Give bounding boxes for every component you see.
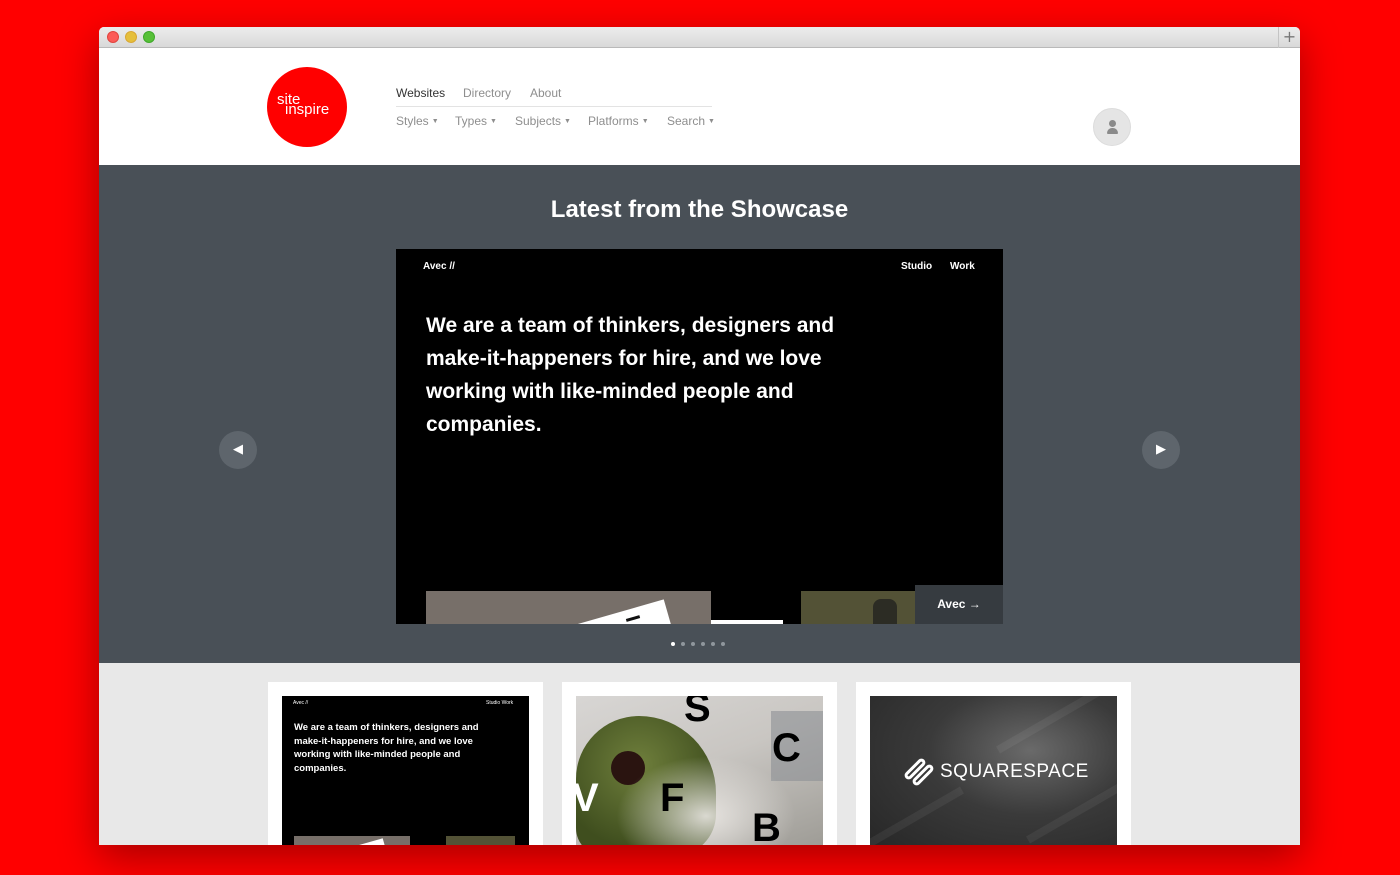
- user-icon-body: [1107, 128, 1118, 134]
- slide-headline: We are a team of thinkers, designers and…: [426, 314, 835, 436]
- showcase-section: Latest from the Showcase ◀ Avec // Studi…: [99, 165, 1300, 663]
- chevron-down-icon: ▼: [431, 118, 439, 125]
- carousel-next-button[interactable]: ▶: [1142, 431, 1180, 469]
- chevron-down-icon: ▼: [641, 118, 649, 125]
- object-image: [873, 599, 897, 624]
- carousel-dot[interactable]: [711, 642, 715, 646]
- squarespace-logo-icon: [902, 756, 936, 789]
- thumb-image: [294, 836, 410, 845]
- close-window-button[interactable]: [107, 31, 119, 43]
- thumb-nav: Studio Work: [486, 700, 514, 706]
- brush-stroke: [996, 696, 1104, 754]
- filter-types[interactable]: Types ▼: [455, 114, 497, 128]
- filter-subjects[interactable]: Subjects ▼: [515, 114, 571, 128]
- chevron-right-icon: ▶: [1156, 442, 1166, 457]
- user-icon: [1109, 120, 1116, 127]
- site-header: site inspire Websites Directory About St…: [99, 48, 1300, 165]
- filter-search[interactable]: Search ▼: [667, 114, 715, 128]
- filter-platforms[interactable]: Platforms ▼: [588, 114, 649, 128]
- slide-site-nav-work: Work: [950, 261, 975, 272]
- site-grid: Avec // Studio Work We are a team of thi…: [99, 663, 1300, 845]
- chevron-down-icon: ▼: [564, 118, 571, 125]
- new-tab-button[interactable]: +: [1278, 27, 1300, 48]
- user-avatar-button[interactable]: [1093, 108, 1131, 146]
- slide-site-nav-studio: Studio: [901, 261, 933, 272]
- zoom-window-button[interactable]: [143, 31, 155, 43]
- carousel-slide[interactable]: Avec // Studio Work We are a team of thi…: [396, 249, 1003, 624]
- minimize-window-button[interactable]: [125, 31, 137, 43]
- slide-thumbnail-strip: [711, 620, 783, 624]
- title-bar: +: [99, 27, 1300, 48]
- nav-about[interactable]: About: [530, 86, 561, 100]
- chevron-down-icon: ▼: [490, 118, 497, 125]
- primary-nav: Websites Directory About: [396, 86, 712, 107]
- thumb-letter-v: V: [576, 776, 599, 820]
- thumb-letter-s: S: [684, 696, 711, 730]
- thumb-image: [446, 836, 515, 845]
- site-card[interactable]: SQUARESPACE: [856, 682, 1131, 845]
- site-card-thumbnail[interactable]: Avec // Studio Work We are a team of thi…: [282, 696, 529, 845]
- thumb-letter-c: C: [772, 726, 801, 770]
- site-card-thumbnail[interactable]: S C F B V: [576, 696, 823, 845]
- carousel-dot[interactable]: [721, 642, 725, 646]
- slide-site-brand: Avec //: [423, 261, 455, 272]
- carousel-dot[interactable]: [691, 642, 695, 646]
- thumb-letter-b: B: [752, 806, 781, 845]
- filter-styles[interactable]: Styles ▼: [396, 114, 439, 128]
- browser-window: + site inspire Websites Directory About …: [99, 27, 1300, 845]
- nav-websites[interactable]: Websites: [396, 86, 445, 100]
- showcase-title: Latest from the Showcase: [550, 196, 849, 223]
- thumb-brand: Avec //: [293, 700, 309, 706]
- carousel-dot[interactable]: [701, 642, 705, 646]
- slide-thumbnail-image: [801, 591, 921, 624]
- site-card[interactable]: Avec // Studio Work We are a team of thi…: [268, 682, 543, 845]
- carousel-dot[interactable]: [671, 642, 675, 646]
- carousel-prev-button[interactable]: ◀: [219, 431, 257, 469]
- site-card-thumbnail[interactable]: SQUARESPACE: [870, 696, 1117, 845]
- thumb-card-image: [353, 838, 389, 845]
- chevron-down-icon: ▼: [708, 118, 715, 125]
- logo-text-inspire: inspire: [285, 101, 330, 118]
- thumb-headline: We are a team of thinkers, designers and…: [294, 722, 479, 774]
- slide-thumbnail-image: [426, 591, 711, 624]
- visit-site-button[interactable]: Avec →: [915, 585, 1003, 624]
- site-card[interactable]: S C F B V: [562, 682, 837, 845]
- nav-directory[interactable]: Directory: [463, 86, 511, 100]
- brush-stroke: [1026, 776, 1117, 844]
- thumb-letter-f: F: [660, 776, 685, 820]
- chevron-left-icon: ◀: [233, 442, 243, 457]
- squarespace-wordmark: SQUARESPACE: [940, 761, 1089, 782]
- siteinspire-logo[interactable]: site inspire: [267, 67, 347, 147]
- carousel-dot[interactable]: [681, 642, 685, 646]
- brush-stroke: [870, 786, 964, 845]
